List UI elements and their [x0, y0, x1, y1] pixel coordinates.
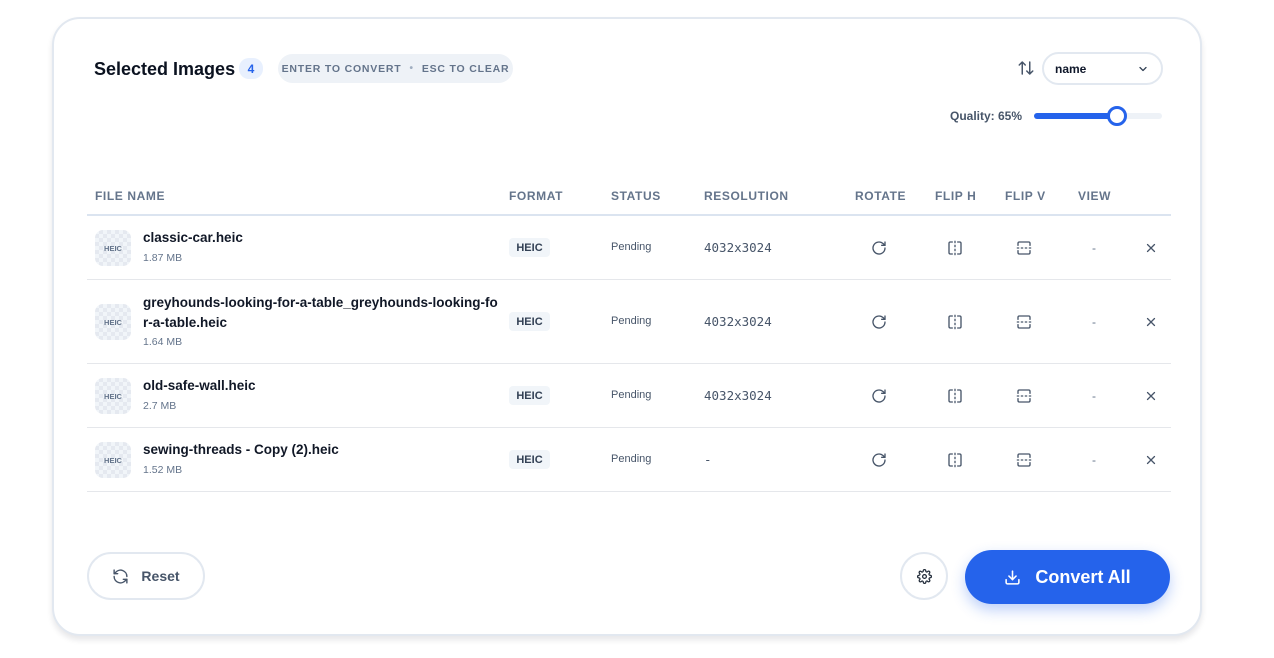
status-text: Pending	[611, 389, 652, 401]
convert-all-label: Convert All	[1035, 566, 1131, 587]
file-table: FILE NAME FORMAT STATUS RESOLUTION ROTAT…	[87, 182, 1171, 492]
close-icon[interactable]	[1144, 241, 1158, 255]
col-flip-h: FLIP H	[935, 189, 977, 203]
quality-label: Quality: 65%	[950, 109, 1023, 123]
sort-arrows-icon[interactable]	[1017, 59, 1035, 77]
file-name: classic-car.heic	[143, 230, 243, 245]
col-resolution: RESOLUTION	[704, 189, 789, 203]
hint-separator: •	[409, 63, 414, 74]
flip-vertical-icon[interactable]	[1016, 388, 1032, 404]
file-thumbnail: HEIC	[95, 230, 131, 266]
flip-vertical-icon[interactable]	[1016, 240, 1032, 256]
resolution-text: 4032x3024	[704, 314, 772, 329]
table-row: HEIC greyhounds-looking-for-a-table_greyh…	[87, 280, 1171, 364]
close-icon[interactable]	[1144, 453, 1158, 467]
status-text: Pending	[611, 315, 652, 327]
status-text: Pending	[611, 453, 652, 465]
reset-label: Reset	[141, 568, 180, 584]
reset-button[interactable]: Reset	[87, 552, 205, 600]
flip-horizontal-icon[interactable]	[947, 388, 963, 404]
quality-slider[interactable]	[1034, 106, 1162, 126]
col-flip-v: FLIP V	[1005, 189, 1046, 203]
status-text: Pending	[611, 241, 652, 253]
flip-horizontal-icon[interactable]	[947, 314, 963, 330]
col-status: STATUS	[611, 189, 661, 203]
resolution-text: -	[704, 452, 712, 467]
close-icon[interactable]	[1144, 389, 1158, 403]
format-badge: HEIC	[509, 312, 550, 331]
format-badge: HEIC	[509, 238, 550, 257]
convert-all-button[interactable]: Convert All	[965, 550, 1170, 604]
rotate-icon[interactable]	[871, 388, 887, 404]
file-thumbnail: HEIC	[95, 378, 131, 414]
file-thumbnail: HEIC	[95, 442, 131, 478]
view-placeholder: -	[1092, 315, 1096, 329]
chevron-down-icon	[1139, 66, 1147, 72]
rotate-icon[interactable]	[871, 452, 887, 468]
file-size: 1.87 MB	[143, 252, 183, 264]
view-placeholder: -	[1092, 453, 1096, 467]
rotate-icon[interactable]	[871, 314, 887, 330]
resolution-text: 4032x3024	[704, 240, 772, 255]
file-size: 2.7 MB	[143, 400, 177, 412]
table-body: HEIC classic-car.heic 1.87 MB HEIC Pending 40…	[87, 216, 1171, 492]
table-row: HEIC classic-car.heic 1.87 MB HEIC Pending 40…	[87, 216, 1171, 280]
hint-clear: ESC TO CLEAR	[421, 62, 510, 75]
table-header: FILE NAME FORMAT STATUS RESOLUTION ROTAT…	[87, 182, 1171, 216]
file-name: sewing-threads - Copy (2).heic	[143, 442, 339, 457]
file-name: greyhounds-looking-for-a-table_greyhound…	[143, 295, 498, 330]
flip-vertical-icon[interactable]	[1016, 452, 1032, 468]
flip-horizontal-icon[interactable]	[947, 452, 963, 468]
format-badge: HEIC	[509, 450, 550, 469]
page-title: Selected Images	[94, 59, 236, 79]
view-placeholder: -	[1092, 241, 1096, 255]
refresh-icon	[113, 568, 129, 584]
close-icon[interactable]	[1144, 315, 1158, 329]
settings-button[interactable]	[900, 552, 948, 600]
sort-select-value: name	[1055, 61, 1087, 76]
flip-horizontal-icon[interactable]	[947, 240, 963, 256]
file-count-badge: 4	[239, 58, 263, 79]
file-size: 1.64 MB	[143, 336, 183, 348]
quality-slider-fill	[1034, 113, 1118, 119]
table-row: HEIC sewing-threads - Copy (2).heic 1.52 M…	[87, 428, 1171, 492]
col-format: FORMAT	[509, 189, 564, 203]
col-rotate: ROTATE	[855, 189, 907, 203]
col-view: VIEW	[1078, 189, 1112, 203]
converter-card: Selected Images 4 ENTER TO CONVERT • ESC…	[52, 17, 1202, 636]
sort-select[interactable]: name	[1042, 52, 1163, 85]
keyboard-hints: ENTER TO CONVERT • ESC TO CLEAR	[278, 54, 513, 83]
resolution-text: 4032x3024	[704, 388, 772, 403]
gear-icon	[916, 568, 932, 584]
hint-convert: ENTER TO CONVERT	[281, 62, 402, 75]
rotate-icon[interactable]	[871, 240, 887, 256]
file-size: 1.52 MB	[143, 464, 183, 476]
table-row: HEIC old-safe-wall.heic 2.7 MB HEIC Pending 4…	[87, 364, 1171, 428]
file-name: old-safe-wall.heic	[143, 378, 256, 393]
col-file-name: FILE NAME	[95, 189, 166, 203]
quality-slider-thumb[interactable]	[1107, 106, 1128, 126]
view-placeholder: -	[1092, 389, 1096, 403]
flip-vertical-icon[interactable]	[1016, 314, 1032, 330]
file-thumbnail: HEIC	[95, 304, 131, 340]
format-badge: HEIC	[509, 386, 550, 405]
download-icon	[1005, 569, 1020, 585]
